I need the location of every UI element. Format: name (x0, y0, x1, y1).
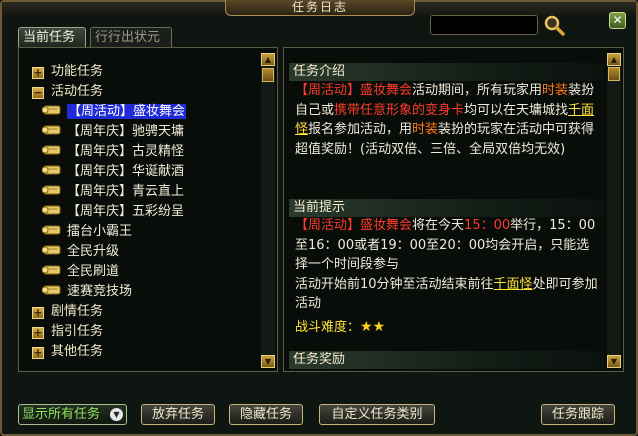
intro-text-part: 活动期间，所有玩家用 (412, 83, 543, 98)
difficulty-label: 战斗难度： (295, 320, 361, 335)
expand-icon[interactable]: + (32, 327, 44, 339)
quest-label: 【周年庆】五彩纷呈 (67, 204, 185, 219)
hint-text-part: 活动开始前10分钟至活动结束前往 (295, 276, 494, 292)
arrow-down-icon[interactable]: ▼ (607, 355, 621, 368)
tree-category[interactable]: + 指引任务 (32, 322, 103, 342)
intro-text-part: 均可以在天墉城找 (464, 102, 569, 118)
event-name: 盛妆舞会 (360, 83, 413, 98)
scroll-icon (42, 225, 61, 235)
expand-icon[interactable]: + (32, 307, 44, 319)
section-header-reward: 任务奖励 (289, 351, 604, 369)
task-track-button[interactable]: 任务跟踪 (541, 404, 615, 425)
section-header-intro: 任务介绍 (289, 63, 604, 81)
magnifier-icon[interactable] (543, 14, 565, 36)
close-icon[interactable]: ✕ (609, 12, 626, 29)
window-title: 任务日志 (225, 0, 415, 16)
scroll-icon (42, 285, 61, 295)
tab-current-tasks[interactable]: 当前任务 (18, 27, 86, 47)
task-filter-dropdown[interactable]: 显示所有任务 ▼ (18, 404, 127, 425)
difficulty-stars: ★★ (360, 319, 386, 335)
scroll-icon (42, 105, 61, 115)
category-label: 剧情任务 (51, 304, 104, 319)
event-time: 15：00 (464, 218, 511, 233)
scroll-icon (42, 265, 61, 275)
quest-item[interactable]: 【周年庆】青云直上 (42, 182, 184, 202)
quest-item[interactable]: 速赛竞技场 (42, 282, 132, 302)
collapse-icon[interactable]: − (32, 87, 44, 99)
detail-scrollbar[interactable]: ▲ ▼ (607, 53, 621, 368)
quest-label: 全民刷道 (67, 264, 120, 279)
difficulty-row: 战斗难度：★★ (295, 316, 385, 335)
expand-icon[interactable]: + (32, 347, 44, 359)
arrow-down-icon[interactable]: ▼ (261, 355, 275, 368)
custom-category-button[interactable]: 自定义任务类别 (319, 404, 435, 425)
hint-text-part: 将在今天 (412, 218, 465, 233)
arrow-up-icon[interactable]: ▲ (261, 53, 275, 66)
task-tree-scrollbar[interactable]: ▲ ▼ (261, 53, 275, 368)
category-label: 功能任务 (51, 64, 104, 79)
quest-item[interactable]: 全民刷道 (42, 262, 119, 282)
star-icon: ★ (372, 319, 386, 335)
scroll-icon (42, 125, 61, 135)
highlight-fashion: 时装 (542, 83, 569, 98)
quest-label: 【周年庆】华诞献酒 (67, 164, 185, 179)
npc-link-qianmianguai[interactable]: 千面怪 (494, 277, 533, 292)
hint-text: 【周活动】盛妆舞会将在今天15：00举行，15：00至16：00或者19：00至… (295, 216, 600, 314)
scroll-icon (42, 165, 61, 175)
category-label: 活动任务 (51, 84, 104, 99)
tree-category-activity[interactable]: − 活动任务 (32, 82, 103, 102)
scroll-thumb[interactable] (608, 67, 620, 81)
quest-label: 【周年庆】古灵精怪 (67, 144, 185, 159)
category-label: 其他任务 (51, 344, 104, 359)
section-header-hint: 当前提示 (289, 199, 604, 217)
quest-label: 全民升级 (67, 244, 120, 259)
event-tag: 【周活动】 (295, 83, 361, 98)
abandon-task-button[interactable]: 放弃任务 (141, 404, 215, 425)
quest-item[interactable]: 全民升级 (42, 242, 119, 262)
quest-item[interactable]: 【周年庆】驰骋天墉 (42, 122, 184, 142)
quest-item[interactable]: 【周年庆】华诞献酒 (42, 162, 184, 182)
quest-item[interactable]: 【周活动】盛妆舞会 (42, 102, 187, 122)
quest-label: 速赛竞技场 (67, 284, 133, 299)
hide-task-button[interactable]: 隐藏任务 (229, 404, 303, 425)
quest-label: 擂台小霸王 (67, 224, 133, 239)
star-icon: ★ (360, 319, 373, 335)
scroll-thumb[interactable] (262, 68, 274, 82)
task-detail-panel: ▲ ▼ 任务介绍 【周活动】盛妆舞会活动期间，所有玩家用时装装扮自己或携带任意形… (283, 47, 624, 372)
scroll-icon (42, 185, 61, 195)
intro-text-part: 报名参加活动，用 (308, 122, 413, 137)
quest-item[interactable]: 【周年庆】古灵精怪 (42, 142, 184, 162)
intro-text: 【周活动】盛妆舞会活动期间，所有玩家用时装装扮自己或携带任意形象的变身卡均可以在… (295, 81, 600, 159)
quest-label: 【周年庆】驰骋天墉 (67, 124, 185, 139)
quest-label: 【周活动】盛妆舞会 (67, 104, 187, 119)
highlight-fashion: 时装 (412, 122, 439, 137)
quest-label: 【周年庆】青云直上 (67, 184, 185, 199)
tree-category[interactable]: + 剧情任务 (32, 302, 103, 322)
tab-career-tasks[interactable]: 行行出状元 (90, 27, 172, 47)
event-tag: 【周活动】 (295, 218, 361, 233)
highlight-transform-card: 携带任意形象的变身卡 (334, 102, 465, 118)
search-input[interactable] (430, 15, 538, 35)
tree-category[interactable]: + 其他任务 (32, 342, 103, 362)
quest-item[interactable]: 擂台小霸王 (42, 222, 132, 242)
expand-icon[interactable]: + (32, 67, 44, 79)
chevron-down-icon[interactable]: ▼ (110, 408, 123, 421)
tree-category-functional[interactable]: + 功能任务 (32, 62, 103, 82)
category-label: 指引任务 (51, 324, 104, 339)
arrow-up-icon[interactable]: ▲ (607, 53, 621, 66)
scroll-icon (42, 205, 61, 215)
task-filter-value: 显示所有任务 (22, 407, 101, 422)
scroll-icon (42, 145, 61, 155)
quest-item[interactable]: 【周年庆】五彩纷呈 (42, 202, 184, 222)
event-name: 盛妆舞会 (360, 218, 413, 233)
scroll-icon (42, 245, 61, 255)
